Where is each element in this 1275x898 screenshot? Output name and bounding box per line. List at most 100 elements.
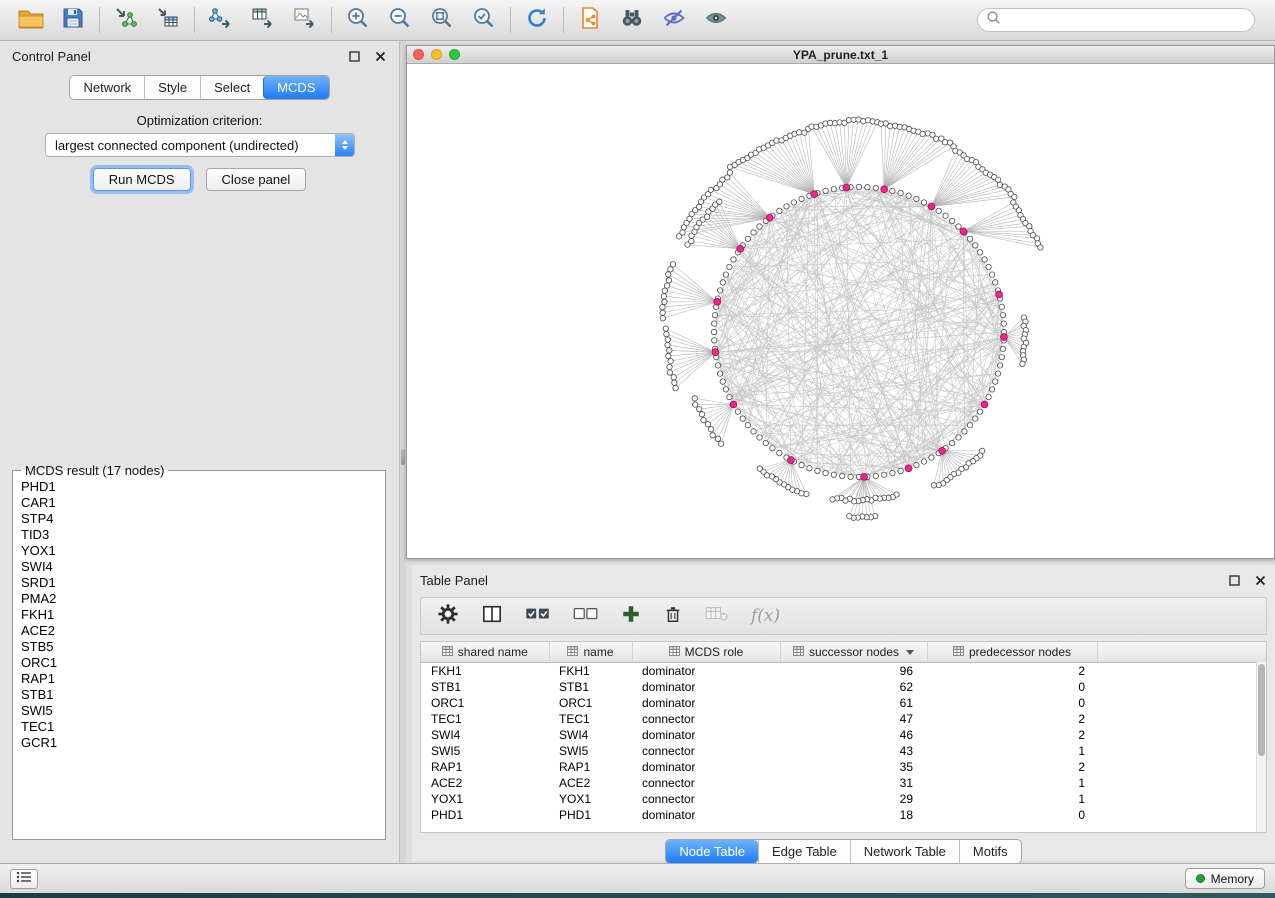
optimization-criterion-label: Optimization criterion: [0, 113, 399, 128]
table-settings-button[interactable] [437, 603, 459, 629]
result-node-item[interactable]: YOX1 [21, 543, 385, 559]
column-header-MCDS-role[interactable]: MCDS role [632, 642, 780, 662]
function-builder-button[interactable]: f(x) [751, 606, 780, 626]
table-cell-filler [1097, 711, 1266, 727]
result-node-item[interactable]: ORC1 [21, 655, 385, 671]
result-node-item[interactable]: PHD1 [21, 479, 385, 495]
copy-style-button[interactable] [569, 3, 611, 37]
run-mcds-button[interactable]: Run MCDS [93, 168, 191, 191]
toolbar-separator [510, 7, 511, 33]
import-table-button[interactable] [147, 3, 189, 37]
result-node-item[interactable]: STB1 [21, 687, 385, 703]
close-panel-button[interactable] [1253, 573, 1267, 587]
table-tab-edge-table[interactable]: Edge Table [758, 840, 850, 863]
column-header-predecessor-nodes[interactable]: predecessor nodes [927, 642, 1097, 662]
main-work-area: YPA_prune.txt_1 Table Panel [406, 41, 1275, 863]
result-node-item[interactable]: SWI5 [21, 703, 385, 719]
close-panel-button[interactable] [373, 49, 387, 63]
result-node-item[interactable]: TID3 [21, 527, 385, 543]
table-cell: TEC1 [549, 711, 632, 727]
unselect-all-columns-button[interactable] [573, 603, 599, 629]
table-row[interactable]: RAP1RAP1dominator352 [421, 759, 1266, 775]
mcds-result-list[interactable]: PHD1CAR1STP4TID3YOX1SWI4SRD1PMA2FKH1ACE2… [13, 478, 385, 839]
select-all-columns-button[interactable] [525, 603, 551, 629]
apply-layout-button[interactable] [516, 3, 558, 37]
result-node-item[interactable]: RAP1 [21, 671, 385, 687]
column-header-filler [1097, 642, 1266, 662]
toolbar-separator [331, 7, 332, 33]
column-header-successor-nodes[interactable]: successor nodes [780, 642, 927, 662]
export-network-button[interactable] [200, 3, 242, 37]
maximize-window-button[interactable] [449, 49, 460, 60]
tab-mcds[interactable]: MCDS [263, 76, 328, 99]
panel-title: Table Panel [420, 573, 488, 588]
result-node-item[interactable]: SWI4 [21, 559, 385, 575]
tab-style[interactable]: Style [144, 76, 200, 99]
table-row[interactable]: TEC1TEC1connector472 [421, 711, 1266, 727]
export-table-button[interactable] [242, 3, 284, 37]
delete-column-button[interactable] [663, 603, 683, 629]
table-row[interactable]: ACE2ACE2connector311 [421, 775, 1266, 791]
result-node-item[interactable]: SRD1 [21, 575, 385, 591]
result-node-item[interactable]: FKH1 [21, 607, 385, 623]
delete-table-button[interactable] [705, 603, 729, 629]
find-button[interactable] [611, 3, 653, 37]
zoom-in-button[interactable] [337, 3, 379, 37]
table-row[interactable]: PHD1PHD1dominator180 [421, 807, 1266, 823]
task-history-button[interactable] [10, 869, 38, 889]
table-scrollbar[interactable] [1256, 662, 1266, 832]
minimize-window-button[interactable] [431, 49, 442, 60]
column-type-icon [567, 645, 578, 659]
zoom-selected-button[interactable] [463, 3, 505, 37]
memory-button[interactable]: Memory [1185, 868, 1265, 889]
export-image-button[interactable] [284, 3, 326, 37]
import-network-button[interactable] [105, 3, 147, 37]
network-canvas[interactable] [407, 64, 1274, 558]
create-column-button[interactable] [621, 603, 641, 629]
result-node-item[interactable]: ACE2 [21, 623, 385, 639]
hide-details-button[interactable] [653, 3, 695, 37]
float-panel-button[interactable] [1227, 573, 1241, 587]
close-panel-action-button[interactable]: Close panel [206, 168, 307, 191]
result-node-item[interactable]: STB5 [21, 639, 385, 655]
result-node-item[interactable]: PMA2 [21, 591, 385, 607]
table-cell-filler [1097, 759, 1266, 775]
search-input[interactable] [1001, 13, 1246, 27]
table-cell: 2 [927, 711, 1097, 727]
result-node-item[interactable]: CAR1 [21, 495, 385, 511]
column-browser-button[interactable] [481, 603, 503, 629]
close-window-button[interactable] [413, 49, 424, 60]
search-box[interactable] [977, 8, 1255, 32]
column-type-icon [953, 645, 964, 659]
table-panel: Table Panel f(x) shared namenameMCDS rol… [412, 565, 1275, 861]
table-row[interactable]: FKH1FKH1dominator962 [421, 662, 1266, 679]
scrollbar-thumb[interactable] [1258, 664, 1265, 756]
network-graph[interactable] [407, 64, 1274, 558]
table-tab-network-table[interactable]: Network Table [850, 840, 959, 863]
zoom-out-button[interactable] [379, 3, 421, 37]
table-row[interactable]: SWI4SWI4dominator462 [421, 727, 1266, 743]
save-session-button[interactable] [52, 3, 94, 37]
table-row[interactable]: SWI5SWI5connector431 [421, 743, 1266, 759]
table-row[interactable]: STB1STB1dominator620 [421, 679, 1266, 695]
zoom-fit-button[interactable] [421, 3, 463, 37]
table-row[interactable]: YOX1YOX1connector291 [421, 791, 1266, 807]
open-session-button[interactable] [10, 3, 52, 37]
node-table-header-row: shared namenameMCDS rolesuccessor nodesp… [421, 642, 1266, 662]
optimization-criterion-select[interactable]: largest connected component (undirected) [45, 133, 355, 157]
float-panel-button[interactable] [347, 49, 361, 63]
table-toolbar: f(x) [420, 597, 1267, 635]
table-row[interactable]: ORC1ORC1dominator610 [421, 695, 1266, 711]
network-window-titlebar[interactable]: YPA_prune.txt_1 [407, 46, 1274, 64]
result-node-item[interactable]: GCR1 [21, 735, 385, 751]
column-header-shared-name[interactable]: shared name [421, 642, 549, 662]
result-node-item[interactable]: STP4 [21, 511, 385, 527]
tab-network[interactable]: Network [70, 76, 144, 99]
main-toolbar [0, 0, 1275, 41]
tab-select[interactable]: Select [200, 76, 263, 99]
table-tab-motifs[interactable]: Motifs [959, 840, 1021, 863]
column-header-name[interactable]: name [549, 642, 632, 662]
result-node-item[interactable]: TEC1 [21, 719, 385, 735]
table-tab-node-table[interactable]: Node Table [666, 840, 758, 863]
show-details-button[interactable] [695, 3, 737, 37]
